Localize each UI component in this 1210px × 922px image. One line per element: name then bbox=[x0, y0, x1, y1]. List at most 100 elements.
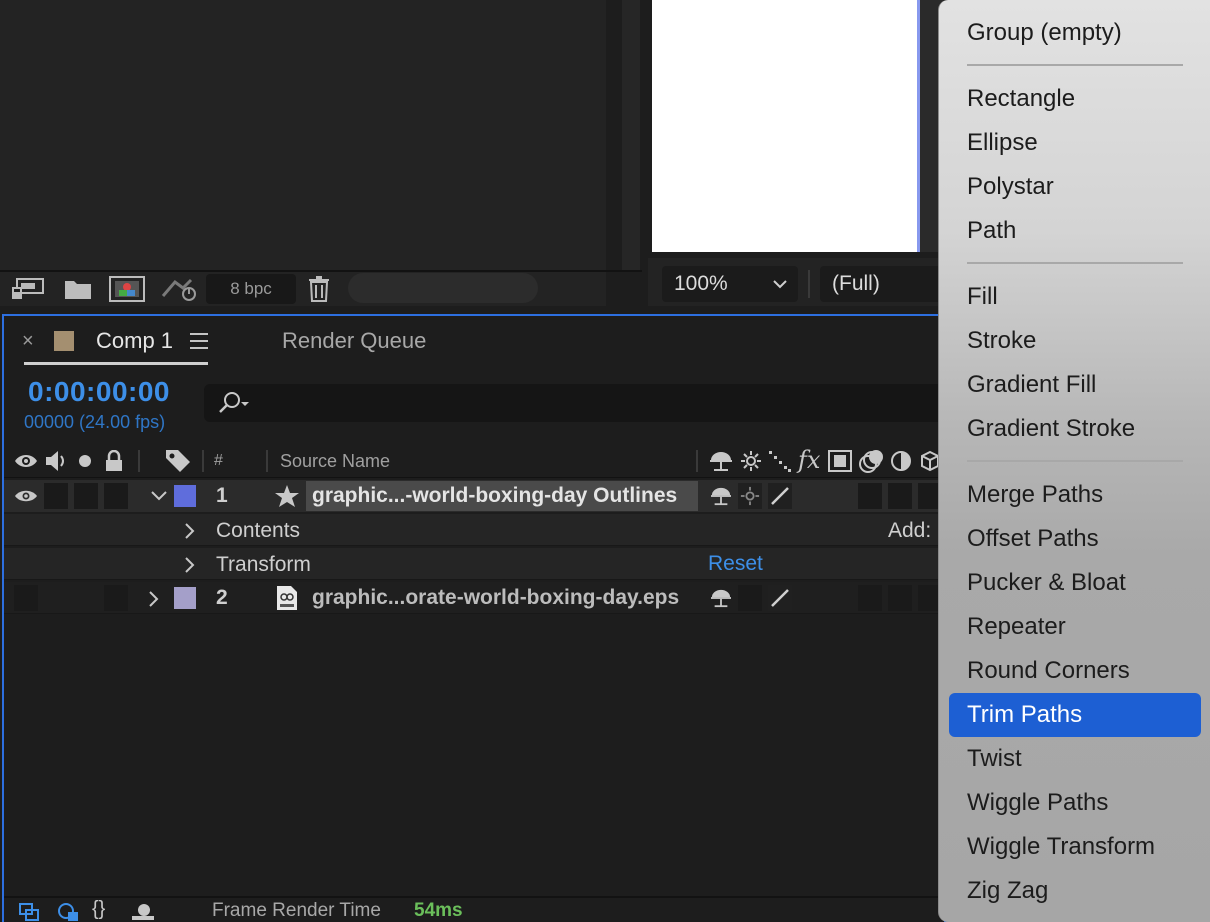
project-scrollbar[interactable] bbox=[622, 0, 640, 270]
quality-slash-icon bbox=[771, 589, 789, 607]
viewer-divider bbox=[808, 270, 810, 298]
project-items-list[interactable] bbox=[0, 0, 606, 270]
bit-depth-button[interactable]: 8 bpc bbox=[206, 274, 296, 304]
menu-separator bbox=[967, 460, 1183, 462]
add-shape-menu: Group (empty) Rectangle Ellipse Polystar… bbox=[938, 0, 1210, 922]
menu-separator bbox=[967, 262, 1183, 264]
chevron-down-icon[interactable] bbox=[150, 490, 168, 502]
menu-item-stroke[interactable]: Stroke bbox=[949, 319, 1201, 363]
menu-item-polystar[interactable]: Polystar bbox=[949, 165, 1201, 209]
menu-item-rectangle[interactable]: Rectangle bbox=[949, 77, 1201, 121]
lock-icon[interactable] bbox=[104, 450, 124, 472]
fx-icon[interactable]: fx bbox=[798, 446, 820, 474]
frame-render-time-label: Frame Render Time bbox=[212, 900, 381, 921]
panel-menu-icon[interactable] bbox=[190, 333, 208, 354]
menu-item-offset-paths[interactable]: Offset Paths bbox=[949, 517, 1201, 561]
zoom-select[interactable]: 100% bbox=[662, 266, 798, 302]
adjustment-icon[interactable] bbox=[890, 450, 912, 472]
flowchart-icon[interactable] bbox=[160, 276, 200, 302]
reset-link[interactable]: Reset bbox=[708, 552, 763, 576]
menu-item-wiggle-paths[interactable]: Wiggle Paths bbox=[949, 781, 1201, 825]
adjustment-toggle[interactable] bbox=[888, 585, 912, 611]
current-time-display[interactable]: 0:00:00:00 bbox=[28, 376, 170, 408]
layer-name[interactable]: graphic...-world-boxing-day Outlines bbox=[312, 484, 677, 508]
lock-toggle[interactable] bbox=[104, 483, 128, 509]
transfer-controls-icon[interactable] bbox=[56, 902, 80, 922]
tab-comp-1[interactable]: Comp 1 bbox=[96, 328, 173, 354]
footage-icon[interactable] bbox=[108, 276, 146, 302]
chevron-down-icon bbox=[773, 280, 787, 289]
shy-icon[interactable] bbox=[708, 588, 734, 608]
menu-item-pucker-bloat[interactable]: Pucker & Bloat bbox=[949, 561, 1201, 605]
audio-toggle[interactable] bbox=[44, 483, 68, 509]
solo-icon[interactable] bbox=[78, 454, 92, 468]
quality-icon[interactable] bbox=[768, 450, 792, 472]
menu-item-trim-paths[interactable]: Trim Paths bbox=[949, 693, 1201, 737]
layer-label-swatch[interactable] bbox=[174, 485, 196, 507]
label-tag-icon[interactable] bbox=[164, 448, 192, 474]
lock-toggle[interactable] bbox=[104, 585, 128, 611]
eps-file-icon bbox=[277, 586, 297, 610]
solo-toggle[interactable] bbox=[74, 483, 98, 509]
shy-icon[interactable] bbox=[708, 486, 734, 506]
folder-icon[interactable] bbox=[62, 276, 94, 302]
collapse-toggle[interactable] bbox=[738, 585, 762, 611]
visibility-toggle[interactable] bbox=[14, 585, 38, 611]
layer-label-swatch[interactable] bbox=[174, 587, 196, 609]
menu-item-twist[interactable]: Twist bbox=[949, 737, 1201, 781]
transform-row[interactable] bbox=[4, 548, 944, 580]
menu-item-ellipse[interactable]: Ellipse bbox=[949, 121, 1201, 165]
sun-icon[interactable] bbox=[740, 450, 762, 472]
project-footer-search[interactable] bbox=[348, 273, 538, 303]
3d-icon[interactable] bbox=[920, 450, 940, 472]
header-separator bbox=[138, 450, 140, 472]
menu-item-gradient-stroke[interactable]: Gradient Stroke bbox=[949, 407, 1201, 451]
menu-item-repeater[interactable]: Repeater bbox=[949, 605, 1201, 649]
layer-number: 2 bbox=[216, 586, 228, 609]
eye-icon[interactable] bbox=[14, 452, 38, 470]
tab-render-queue[interactable]: Render Queue bbox=[282, 328, 426, 354]
eye-icon[interactable] bbox=[14, 488, 38, 504]
trash-icon[interactable] bbox=[306, 276, 332, 302]
menu-item-round-corners[interactable]: Round Corners bbox=[949, 649, 1201, 693]
contents-row[interactable] bbox=[4, 514, 944, 546]
adjustment-toggle[interactable] bbox=[888, 483, 912, 509]
column-source-name[interactable]: Source Name bbox=[280, 451, 390, 472]
resolution-select[interactable]: (Full) bbox=[820, 266, 938, 302]
draft-3d-icon[interactable] bbox=[130, 902, 156, 922]
blend-toggle[interactable] bbox=[858, 585, 882, 611]
new-comp-icon[interactable] bbox=[10, 276, 46, 302]
layer-number: 1 bbox=[216, 484, 228, 507]
menu-separator bbox=[967, 64, 1183, 66]
search-icon bbox=[216, 390, 252, 421]
frame-render-time-value: 54ms bbox=[414, 900, 463, 921]
menu-item-path[interactable]: Path bbox=[949, 209, 1201, 253]
blend-toggle[interactable] bbox=[858, 483, 882, 509]
composition-canvas[interactable] bbox=[652, 0, 920, 252]
shy-icon[interactable] bbox=[708, 450, 734, 472]
menu-item-zig-zag[interactable]: Zig Zag bbox=[949, 869, 1201, 913]
menu-item-gradient-fill[interactable]: Gradient Fill bbox=[949, 363, 1201, 407]
chevron-right-icon[interactable] bbox=[148, 590, 160, 608]
close-icon[interactable]: × bbox=[22, 330, 34, 353]
column-number[interactable]: # bbox=[214, 452, 223, 470]
menu-item-wiggle-transform[interactable]: Wiggle Transform bbox=[949, 825, 1201, 869]
header-separator bbox=[266, 450, 268, 472]
active-tab-indicator bbox=[24, 362, 208, 365]
menu-item-group-empty[interactable]: Group (empty) bbox=[949, 11, 1201, 55]
comp-flowchart-icon[interactable] bbox=[18, 902, 40, 922]
audio-icon[interactable] bbox=[44, 450, 68, 472]
menu-item-fill[interactable]: Fill bbox=[949, 275, 1201, 319]
menu-item-merge-paths[interactable]: Merge Paths bbox=[949, 473, 1201, 517]
add-label[interactable]: Add: bbox=[888, 519, 931, 543]
comp-label-swatch bbox=[54, 331, 74, 351]
motion-blur-icon[interactable] bbox=[828, 450, 852, 472]
frame-blend-icon[interactable] bbox=[858, 448, 886, 474]
header-separator bbox=[202, 450, 204, 472]
layer-name[interactable]: graphic...orate-world-boxing-day.eps bbox=[312, 586, 679, 610]
timeline-search-input[interactable] bbox=[204, 384, 944, 422]
expressions-icon[interactable]: {} bbox=[92, 898, 105, 921]
chevron-right-icon[interactable] bbox=[184, 522, 196, 540]
star-icon bbox=[275, 485, 299, 507]
chevron-right-icon[interactable] bbox=[184, 556, 196, 574]
